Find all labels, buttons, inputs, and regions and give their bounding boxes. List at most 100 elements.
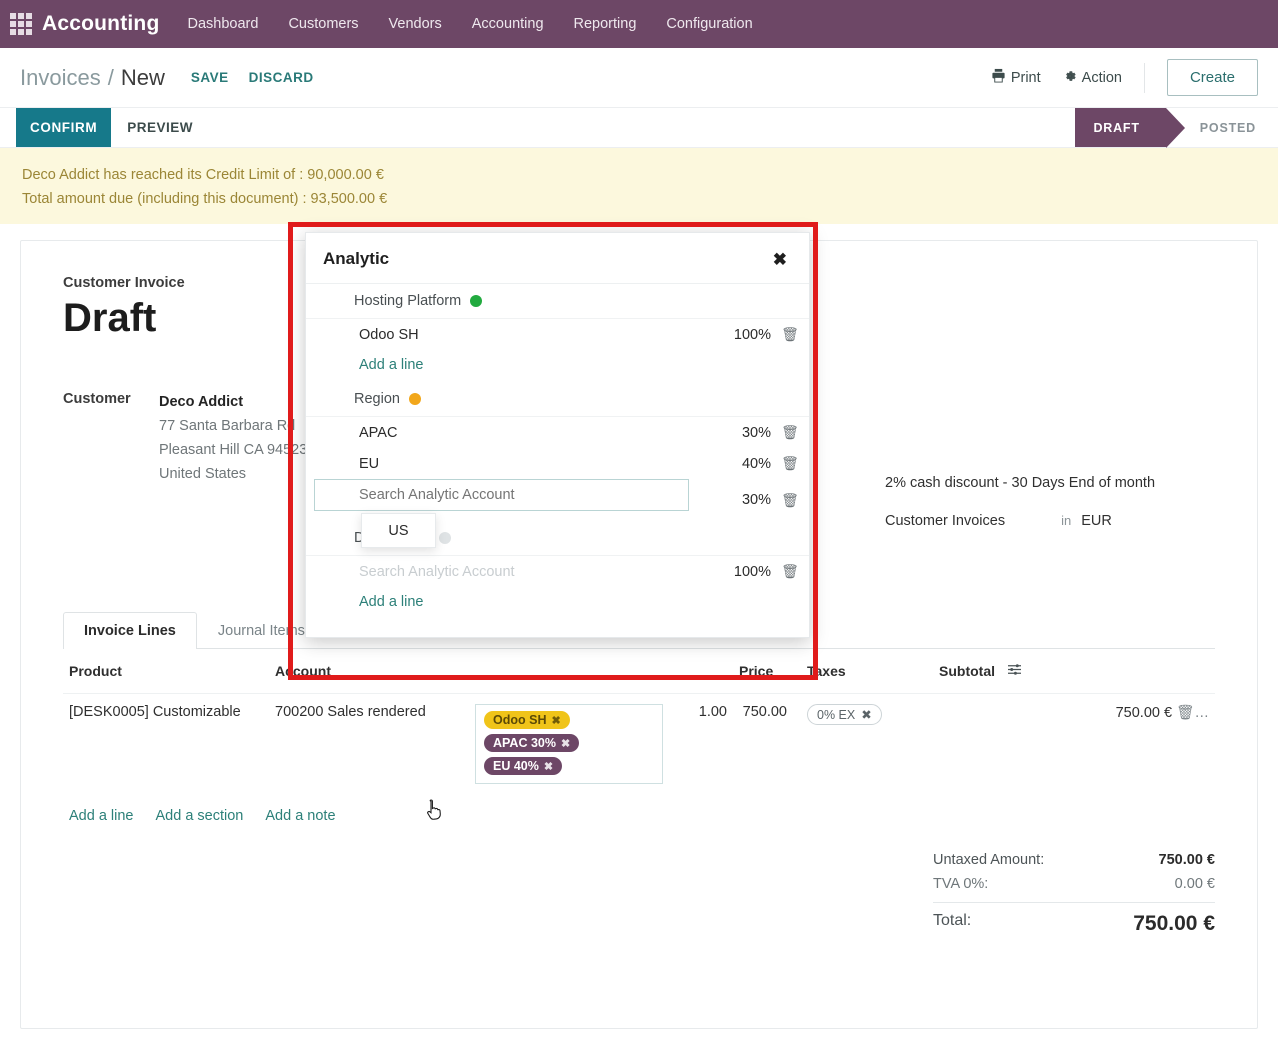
add-section-link[interactable]: Add a section [156, 808, 244, 824]
remove-tag-icon[interactable]: ✖ [544, 760, 553, 773]
cell-taxes[interactable]: 0% EX ✖ [793, 694, 933, 795]
plan-color-dot-green-icon [470, 295, 483, 307]
analytic-account-name[interactable]: APAC [359, 425, 709, 441]
delete-line-icon[interactable]: 🗑 [771, 455, 809, 472]
customer-value[interactable]: Deco Addict 77 Santa Barbara Rd Pleasant… [159, 391, 307, 487]
notebook: Invoice Lines Journal Items Product Acco… [63, 611, 1215, 838]
apps-grid-icon[interactable] [10, 13, 32, 35]
analytic-account-name[interactable]: EU [359, 456, 709, 472]
menu-item-customers[interactable]: Customers [288, 16, 358, 32]
discard-button[interactable]: DISCARD [249, 70, 314, 85]
plan-name: Region [354, 391, 400, 407]
analytic-row-apac[interactable]: APAC 30% 🗑 [306, 417, 809, 448]
cell-product[interactable]: [DESK0005] Customizable [63, 694, 269, 795]
add-line-link[interactable]: Add a line [69, 808, 134, 824]
modal-header: Analytic ✖ [306, 233, 809, 284]
delete-line-icon[interactable]: 🗑 [771, 326, 809, 343]
analytic-account-placeholder[interactable]: Search Analytic Account [359, 564, 709, 580]
analytic-row-editing[interactable]: 30% 🗑 US [306, 479, 809, 820]
total-row: Total: 750.00 € [933, 902, 1215, 940]
remove-tax-icon[interactable]: ✖ [861, 707, 871, 722]
payment-terms-value[interactable]: 2% cash discount - 30 Days End of month [885, 475, 1155, 491]
create-button[interactable]: Create [1166, 59, 1258, 96]
control-panel: Invoices / New SAVE DISCARD Print Action… [0, 48, 1278, 108]
analytic-row-department-empty[interactable]: Search Analytic Account 100% 🗑 [306, 556, 809, 587]
add-note-link[interactable]: Add a note [265, 808, 335, 824]
tax-pill[interactable]: 0% EX ✖ [807, 704, 882, 725]
analytic-percentage[interactable]: 30% [709, 425, 771, 441]
dropdown-option-us[interactable]: US [362, 523, 435, 539]
cell-subtotal: 750.00 € 🗑… [933, 694, 1215, 795]
confirm-button[interactable]: CONFIRM [16, 108, 112, 147]
add-line-row-department: Add a line [306, 587, 809, 619]
analytic-tag-odoo-sh[interactable]: Odoo SH ✖ [484, 711, 570, 729]
analytic-percentage[interactable]: 100% [709, 327, 771, 343]
cell-quantity[interactable]: 1.00 [669, 694, 733, 795]
analytic-tag-label: APAC 30% [493, 736, 556, 750]
table-body: [DESK0005] Customizable 700200 Sales ren… [63, 694, 1215, 795]
analytic-row-eu[interactable]: EU 40% 🗑 [306, 448, 809, 479]
currency-value[interactable]: EUR [1081, 513, 1112, 529]
cell-analytic[interactable]: Odoo SH ✖ APAC 30% ✖ EU 40% ✖ [469, 694, 669, 795]
remove-tag-icon[interactable]: ✖ [551, 714, 560, 727]
currency-in-label: in [1061, 513, 1072, 528]
credit-limit-alert: Deco Addict has reached its Credit Limit… [0, 148, 1278, 224]
column-account: Account [269, 649, 469, 694]
analytic-tag-eu[interactable]: EU 40% ✖ [484, 757, 563, 775]
menu-item-configuration[interactable]: Configuration [666, 16, 752, 32]
delete-line-icon[interactable]: 🗑 [771, 563, 809, 580]
analytic-percentage[interactable]: 30% [709, 492, 771, 508]
table-header: Product Account Price Taxes Subtotal [63, 649, 1215, 694]
analytic-percentage[interactable]: 40% [709, 456, 771, 472]
tax-amount-value: 0.00 € [1174, 876, 1215, 892]
column-options-icon[interactable] [1007, 663, 1022, 679]
brand-title[interactable]: Accounting [42, 12, 160, 36]
breadcrumb: Invoices / New [20, 65, 165, 91]
action-button[interactable]: Action [1063, 69, 1122, 87]
cell-account[interactable]: 700200 Sales rendered [269, 694, 469, 795]
alert-line-1: Deco Addict has reached its Credit Limit… [22, 167, 384, 183]
breadcrumb-root[interactable]: Invoices [20, 65, 101, 91]
gear-icon [1063, 69, 1077, 87]
print-label: Print [1010, 69, 1041, 86]
column-quantity [669, 649, 733, 694]
stage-posted[interactable]: POSTED [1166, 108, 1278, 147]
menu-item-accounting[interactable]: Accounting [472, 16, 544, 32]
tax-amount-row: TVA 0%: 0.00 € [933, 872, 1215, 896]
add-line-link[interactable]: Add a line [359, 357, 424, 373]
customer-street: 77 Santa Barbara Rd [159, 417, 296, 434]
untaxed-amount-value: 750.00 € [1158, 852, 1215, 868]
table-row[interactable]: [DESK0005] Customizable 700200 Sales ren… [63, 694, 1215, 795]
menu-item-reporting[interactable]: Reporting [574, 16, 637, 32]
delete-line-icon[interactable]: 🗑 [771, 424, 809, 441]
close-icon[interactable]: ✖ [773, 251, 787, 268]
add-line-link[interactable]: Add a line [359, 594, 424, 610]
menu-item-vendors[interactable]: Vendors [389, 16, 442, 32]
remove-tag-icon[interactable]: ✖ [561, 737, 570, 750]
analytic-tag-container[interactable]: Odoo SH ✖ APAC 30% ✖ EU 40% ✖ [475, 704, 663, 784]
customer-label: Customer [63, 391, 131, 407]
analytic-percentage[interactable]: 100% [709, 564, 771, 580]
preview-button[interactable]: PREVIEW [111, 108, 209, 147]
menu-item-dashboard[interactable]: Dashboard [188, 16, 259, 32]
top-navbar: Accounting Dashboard Customers Vendors A… [0, 0, 1278, 48]
delete-line-icon[interactable]: 🗑 [771, 492, 809, 509]
stage-draft[interactable]: DRAFT [1075, 108, 1186, 148]
analytic-tag-label: EU 40% [493, 759, 539, 773]
column-taxes: Taxes [793, 649, 933, 694]
journal-value[interactable]: Customer Invoices [885, 513, 1005, 529]
analytic-tag-apac[interactable]: APAC 30% ✖ [484, 734, 580, 752]
delete-row-icon[interactable]: 🗑… [1176, 705, 1209, 721]
save-button[interactable]: SAVE [191, 70, 229, 85]
customer-name: Deco Addict [159, 394, 244, 410]
invoice-lines-table: Product Account Price Taxes Subtotal [DE… [63, 649, 1215, 794]
print-button[interactable]: Print [991, 68, 1041, 87]
search-analytic-account-input[interactable] [314, 479, 689, 511]
tab-invoice-lines[interactable]: Invoice Lines [63, 612, 197, 649]
action-label: Action [1081, 69, 1122, 86]
analytic-account-name[interactable]: Odoo SH [359, 327, 709, 343]
modal-body: Hosting Platform Odoo SH 100% 🗑 Add a li… [306, 284, 809, 820]
column-subtotal: Subtotal [933, 649, 1215, 694]
analytic-row-odoo-sh[interactable]: Odoo SH 100% 🗑 [306, 319, 809, 350]
cell-price[interactable]: 750.00 [733, 694, 793, 795]
